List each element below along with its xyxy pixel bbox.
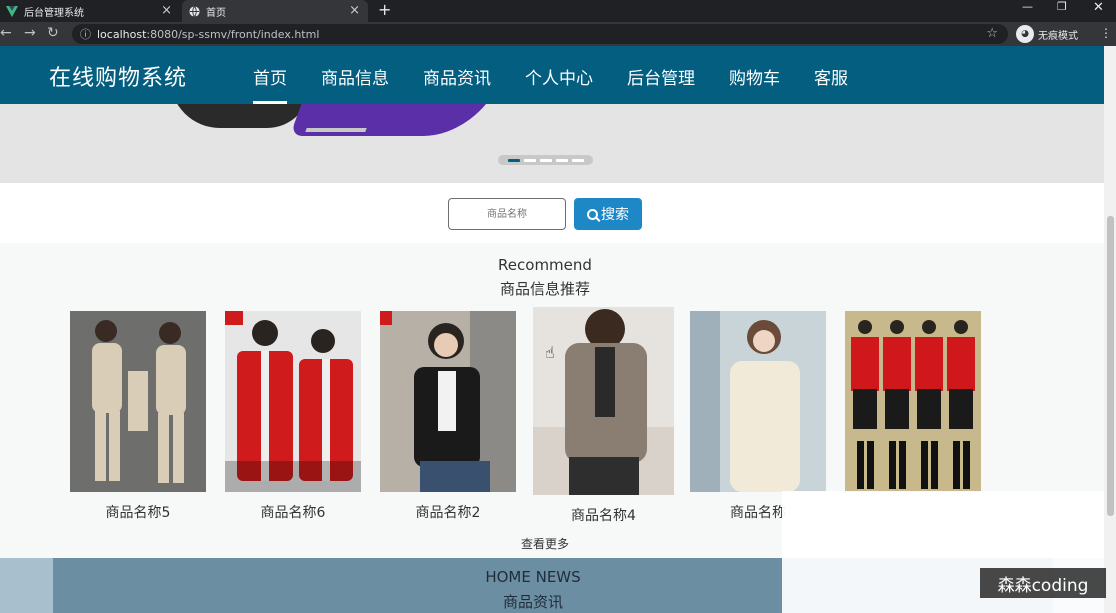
close-window-icon[interactable]: ✕ [1093,0,1104,15]
product-image[interactable] [845,311,981,492]
nav-admin[interactable]: 后台管理 [610,46,712,104]
product-image[interactable] [380,311,516,492]
close-tab-icon[interactable]: × [349,3,360,18]
url-input[interactable]: ⓘ localhost :8080/sp-ssmv/front/index.ht… [72,24,1008,44]
product-image[interactable] [225,311,361,492]
site-header: 在线购物系统 首页 商品信息 商品资讯 个人中心 后台管理 购物车 客服 [0,46,1104,104]
back-icon[interactable]: ← [0,25,12,41]
product-card[interactable]: 商品名称4 [533,307,674,525]
product-name[interactable]: 商品名称6 [225,502,361,522]
product-card[interactable]: 商品名称5 [70,311,206,522]
nav-home[interactable]: 首页 [236,46,304,104]
search-button[interactable]: 搜索 [574,198,642,230]
url-host: localhost [97,27,147,41]
address-bar-row: ← → ↻ ⓘ localhost :8080/sp-ssmv/front/in… [0,22,1116,46]
tab-title: 后台管理系统 [24,7,84,19]
recommend-title-cn: 商品信息推荐 [499,280,590,298]
incognito-indicator[interactable]: ◕ 无痕模式 [1016,25,1078,43]
product-card[interactable]: 商品名称2 [380,311,516,522]
carousel-dot-5[interactable] [571,158,584,162]
search-section: 搜索 [0,183,1104,243]
product-card[interactable] [845,311,981,502]
page-scrollbar[interactable] [1104,46,1116,613]
banner-image-shoe [170,104,310,128]
nav-cart[interactable]: 购物车 [712,46,797,104]
carousel-dot-4[interactable] [555,158,568,162]
product-image[interactable] [70,311,206,492]
reload-icon[interactable]: ↻ [47,25,59,41]
search-input[interactable] [448,198,566,230]
carousel-dot-1[interactable] [507,158,520,162]
bookmark-star-icon[interactable]: ☆ [986,26,998,41]
site-logo[interactable]: 在线购物系统 [49,60,187,92]
watermark: 森森coding [980,568,1106,598]
scrollbar-thumb[interactable] [1107,216,1114,516]
browser-menu-icon[interactable]: ⋮ [1100,26,1112,40]
main-nav: 首页 商品信息 商品资讯 个人中心 后台管理 购物车 客服 [236,46,865,104]
nav-products[interactable]: 商品信息 [304,46,406,104]
vue-logo-icon [6,5,18,17]
product-image[interactable] [533,307,674,495]
carousel-indicators [498,155,593,165]
product-name[interactable]: 商品名称5 [70,502,206,522]
globe-icon [188,5,200,17]
nav-profile[interactable]: 个人中心 [508,46,610,104]
search-button-label: 搜索 [601,206,629,222]
browser-tab-strip: 后台管理系统 × 首页 × + — ❐ ✕ [0,0,1116,22]
mouse-cursor-icon: ☝ [545,343,555,362]
product-image[interactable] [690,311,826,492]
browser-tab-admin[interactable]: 后台管理系统 × [0,0,180,22]
page-viewport: 在线购物系统 首页 商品信息 商品资讯 个人中心 后台管理 购物车 客服 搜索 … [0,46,1104,613]
restore-icon[interactable]: ❐ [1057,0,1067,13]
product-name[interactable]: 商品名称4 [533,505,674,525]
minimize-icon[interactable]: — [1022,0,1033,13]
close-tab-icon[interactable]: × [161,3,172,18]
tab-title: 首页 [206,7,226,19]
url-path: :8080/sp-ssmv/front/index.html [146,27,320,41]
forward-icon[interactable]: → [24,25,36,41]
product-name[interactable]: 商品名称2 [380,502,516,522]
info-icon: ⓘ [80,28,91,41]
new-tab-icon[interactable]: + [378,0,391,19]
carousel-dot-2[interactable] [523,158,536,162]
carousel-dot-3[interactable] [539,158,552,162]
nav-news[interactable]: 商品资讯 [406,46,508,104]
recommend-title-en: Recommend [498,256,592,274]
incognito-icon: ◕ [1016,25,1034,43]
nav-service[interactable]: 客服 [797,46,865,104]
banner-carousel[interactable] [0,104,1104,183]
browser-tab-home[interactable]: 首页 × [182,0,368,22]
search-icon [587,208,598,220]
product-card[interactable]: 商品名称6 [225,311,361,522]
incognito-label: 无痕模式 [1038,30,1078,42]
banner-image-sole [305,128,367,132]
